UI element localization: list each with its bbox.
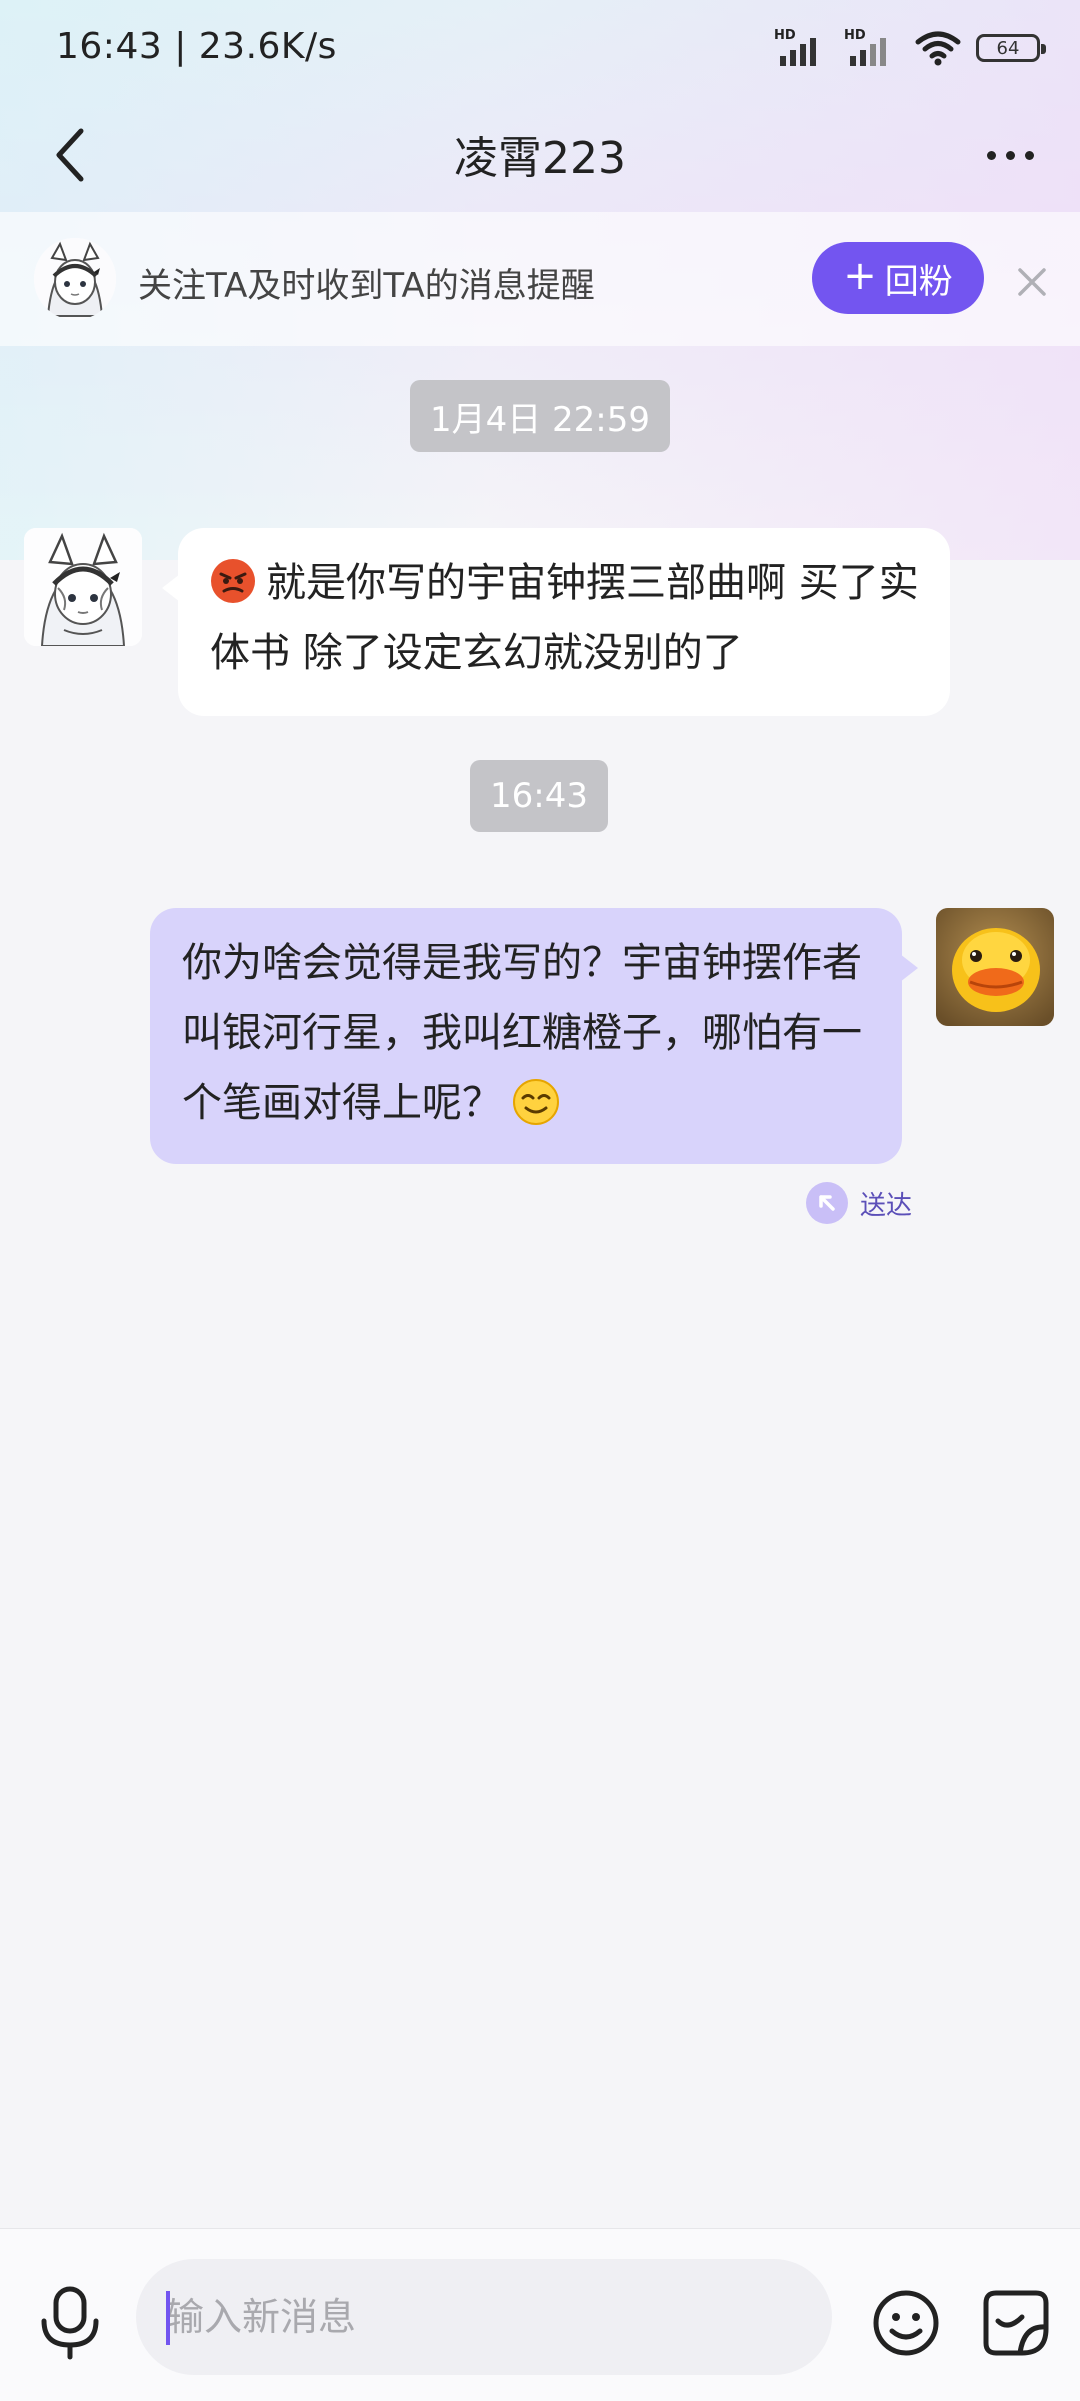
signal-icon: HD [844,28,900,68]
battery-level: 64 [996,37,1020,59]
voice-input-button[interactable] [30,2283,110,2363]
more-options-button[interactable] [970,120,1050,190]
angry-face-emoji-icon [211,559,255,603]
plus-icon: + [843,253,877,299]
battery-icon: 64 [976,34,1046,62]
sticker-button[interactable] [974,2281,1058,2365]
anime-avatar-image [34,238,116,320]
signal-icon: HD [774,28,830,68]
status-bar: 16:43 | 23.6K/s HD HD 64 [0,0,1080,100]
message-input-bar [0,2228,1080,2401]
contact-avatar[interactable] [24,528,142,646]
smirk-face-emoji-icon [513,1079,559,1125]
dot [1024,150,1034,160]
nav-bar: 凌霄223 [0,100,1080,210]
smiley-icon [873,2290,939,2356]
outgoing-message-bubble[interactable]: 你为啥会觉得是我写的？宇宙钟摆作者叫银河行星，我叫红糖橙子，哪怕有一个笔画对得上… [150,908,918,1164]
sticker-icon [983,2290,1049,2356]
status-time: 16:43 | 23.6K/s [56,26,337,67]
status-icons: HD HD 64 [774,26,1046,70]
microphone-icon [41,2286,99,2360]
wifi-icon [915,31,961,66]
anime-avatar-image [24,528,142,646]
close-icon [1018,268,1046,296]
follow-banner: 关注TA及时收到TA的消息提醒 + 回粉 [0,212,1080,346]
message-input[interactable] [136,2259,832,2375]
chat-title: 凌霄223 [454,133,626,184]
delivered-arrow-icon [806,1182,848,1224]
message-timestamp: 1月4日 22:59 [410,380,670,452]
dot [1005,150,1015,160]
delivery-status: 送达 [806,1182,912,1224]
duck-avatar-image [936,908,1054,1026]
delivered-label: 送达 [860,1190,913,1221]
dot [986,150,996,160]
message-timestamp: 16:43 [470,760,608,832]
incoming-message-text: 就是你写的宇宙钟摆三部曲啊 买了实体书 除了设定玄幻就没别的了 [210,560,919,676]
emoji-button[interactable] [864,2281,948,2365]
my-avatar[interactable] [936,908,1054,1026]
follow-back-label: 回粉 [884,261,953,302]
close-banner-button[interactable] [1010,260,1054,304]
contact-avatar[interactable] [34,238,116,320]
text-cursor [166,2291,170,2345]
incoming-message-bubble[interactable]: 就是你写的宇宙钟摆三部曲啊 买了实体书 除了设定玄幻就没别的了 [162,528,950,716]
follow-prompt-text: 关注TA及时收到TA的消息提醒 [138,266,595,306]
follow-back-button[interactable]: + 回粉 [812,242,984,314]
